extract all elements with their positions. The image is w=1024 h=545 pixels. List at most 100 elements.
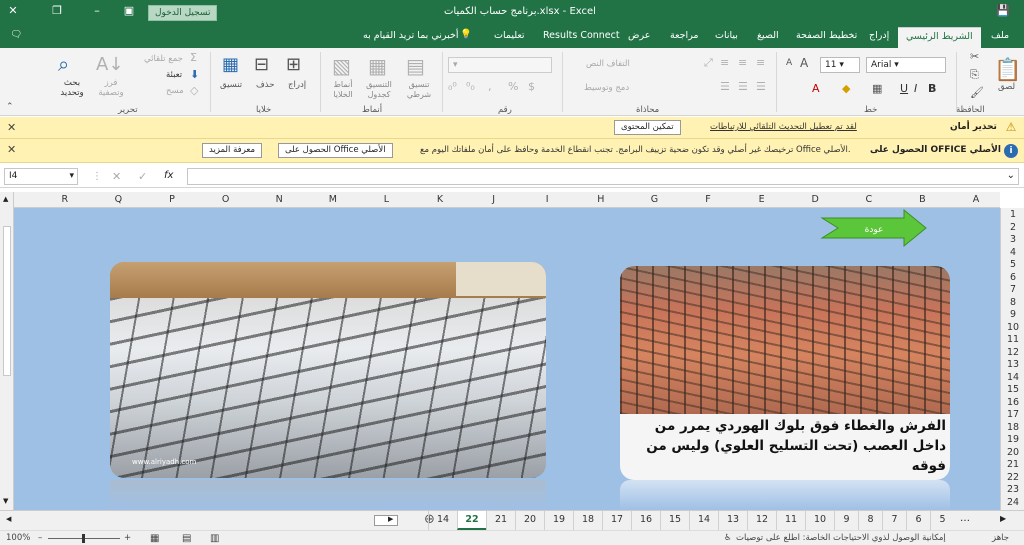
row-header[interactable]: 4 [1001,247,1024,258]
save-icon[interactable]: 💾 [994,4,1012,17]
cut-icon[interactable]: ✂ [970,50,979,63]
column-header[interactable]: G [647,194,661,205]
page-break-view-icon[interactable]: ▥ [210,533,219,544]
row-header[interactable]: 22 [1001,472,1024,483]
row-header[interactable]: 24 [1001,497,1024,508]
tab-home[interactable]: الشريط الرئيسي [898,27,981,48]
sheet-tab[interactable]: 6 [906,511,930,530]
sheet-tab[interactable]: 21 [486,511,515,530]
sheet-tab[interactable]: 13 [718,511,747,530]
scroll-down-icon[interactable]: ▼ [3,497,8,505]
sheet-tab[interactable]: 11 [776,511,805,530]
back-arrow-shape[interactable]: عودة [820,208,928,248]
cell-styles-icon[interactable]: ▧ [332,54,351,78]
sheet-tab[interactable]: 19 [544,511,573,530]
scroll-tabs-right-icon[interactable]: ▶ [1000,514,1006,523]
align-center-icon[interactable]: ☰ [738,80,748,93]
sheet-tab[interactable]: 16 [631,511,660,530]
row-header[interactable]: 12 [1001,347,1024,358]
scroll-up-icon[interactable]: ▲ [3,195,8,203]
close-window-button[interactable]: ✕ [4,4,22,17]
column-header[interactable]: E [755,194,769,205]
clear-button[interactable]: مسح [166,86,184,96]
merge-center-button[interactable]: دمج وتوسيط [584,83,629,93]
autosum-button[interactable]: جمع تلقائي [144,54,183,64]
cancel-icon[interactable]: ✕ [112,170,121,183]
page-layout-view-icon[interactable]: ▤ [182,533,191,544]
tell-me-search[interactable]: أخبرني بما تريد القيام به [363,30,459,41]
sheet-tab[interactable]: 20 [515,511,544,530]
column-header[interactable]: I [540,194,554,205]
close-icon[interactable]: ✕ [7,121,16,134]
enter-icon[interactable]: ✓ [138,170,147,183]
align-middle-icon[interactable]: ≡ [738,56,747,69]
sheet-tab[interactable]: 7 [882,511,906,530]
row-header[interactable]: 13 [1001,359,1024,370]
bold-icon[interactable]: B [928,82,936,95]
row-header[interactable]: 5 [1001,259,1024,270]
column-header[interactable]: C [862,194,876,205]
sheet-tab[interactable]: 12 [747,511,776,530]
row-header[interactable]: 19 [1001,434,1024,445]
sheet-tab[interactable]: 15 [660,511,689,530]
horizontal-scroll-thumb[interactable] [374,515,398,526]
align-left-icon[interactable]: ☰ [720,80,730,93]
name-box[interactable]: I4 ▾ [4,168,78,185]
security-warning-text[interactable]: لقد تم تعطيل التحديث التلقائي للارتباطات [710,122,857,132]
font-color-icon[interactable]: A [812,82,820,95]
align-right-icon[interactable]: ☰ [756,80,766,93]
copy-icon[interactable]: ⎘ [970,68,979,82]
orientation-icon[interactable]: ⤢ [704,56,713,70]
collapse-ribbon-icon[interactable]: ⌃ [6,102,14,112]
expand-formula-icon[interactable]: ⌄ [1007,170,1015,181]
accessibility-status[interactable]: إمكانية الوصول لذوي الاحتياجات الخاصة: ا… [736,533,946,543]
sheet-tab[interactable]: 10 [805,511,834,530]
sort-filter-label[interactable]: فرز وتصفية [96,78,126,98]
column-header[interactable]: O [219,194,233,205]
comment-icon[interactable]: 🗨 [10,29,22,40]
column-header[interactable]: Q [111,194,125,205]
conditional-format-icon[interactable]: ▤ [406,54,425,78]
column-header[interactable]: B [915,194,929,205]
font-name-box[interactable]: Arial ▾ [866,57,946,73]
tab-file[interactable]: ملف [991,30,1009,41]
row-header[interactable]: 1 [1001,209,1024,220]
formula-input[interactable]: ⌄ [187,168,1019,185]
underline-icon[interactable]: U [900,82,908,95]
row-header[interactable]: 14 [1001,372,1024,383]
format-as-table-icon[interactable]: ▦ [368,54,387,78]
sheet-tab[interactable]: 22 [457,511,486,530]
percent-icon[interactable]: % [508,80,518,93]
tab-review[interactable]: مراجعة [670,30,699,41]
row-header[interactable]: 7 [1001,284,1024,295]
column-header[interactable]: P [165,194,179,205]
zoom-slider-thumb[interactable] [82,534,85,543]
row-header[interactable]: 11 [1001,334,1024,345]
tab-insert[interactable]: إدراج [869,30,889,41]
name-box-dropdown-icon[interactable]: ▾ [69,169,74,184]
sheet-tab[interactable]: 8 [858,511,882,530]
borders-icon[interactable]: ▦ [872,82,882,95]
row-header[interactable]: 17 [1001,409,1024,420]
row-header[interactable]: 23 [1001,484,1024,495]
tab-formulas[interactable]: الصيغ [757,30,779,41]
align-top-icon[interactable]: ≡ [756,56,765,69]
row-header[interactable]: 8 [1001,297,1024,308]
tab-data[interactable]: بيانات [715,30,738,41]
column-header[interactable]: A [969,194,983,205]
minimize-window-button[interactable]: – [88,4,106,17]
column-header[interactable]: M [326,194,340,205]
format-cells-icon[interactable]: ▦ [222,54,239,75]
tab-help[interactable]: تعليمات [494,30,525,41]
scroll-right-icon[interactable]: ▶ [388,515,393,523]
clipboard-icon[interactable]: 📋 [994,58,1021,83]
wrap-text-button[interactable]: التفاف النص [586,59,630,69]
column-header[interactable]: H [594,194,608,205]
vertical-scrollbar[interactable]: ▲ ▼ [0,192,14,510]
ribbon-display-icon[interactable]: ▣ [120,4,138,17]
delete-label[interactable]: حذف [256,80,275,90]
restore-window-button[interactable]: ❐ [48,4,66,17]
align-bottom-icon[interactable]: ≡ [720,56,729,69]
conditional-format-label[interactable]: تنسيق شرطي [404,80,434,100]
row-header[interactable]: 3 [1001,234,1024,245]
